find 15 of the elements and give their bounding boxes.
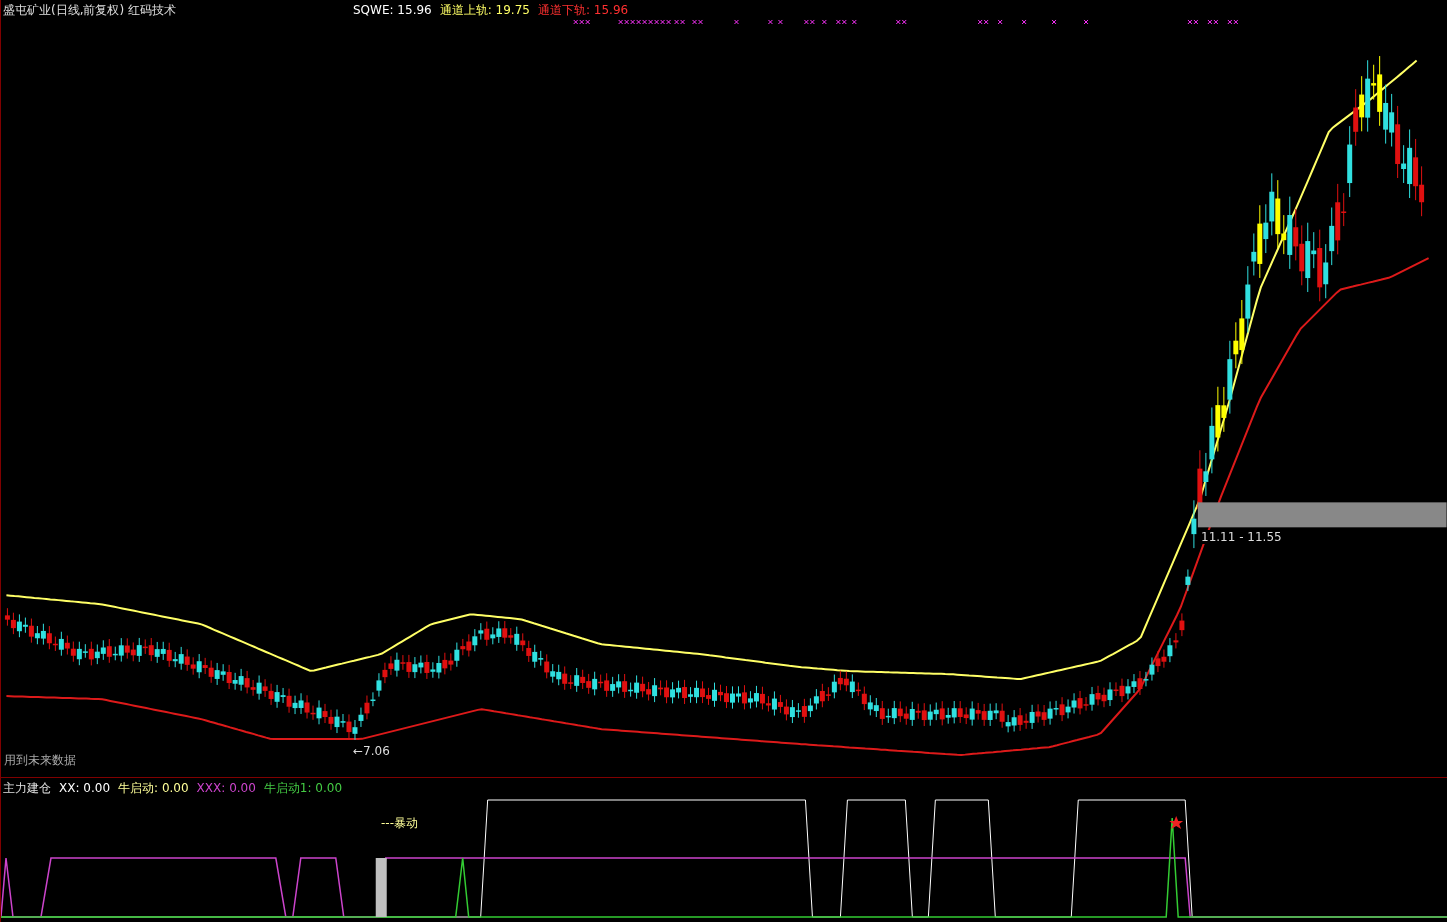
indicator-value: 牛启动: 0.00 bbox=[118, 781, 189, 796]
low-price-label: ←7.06 bbox=[353, 744, 390, 758]
indicator-value: XXX: 0.00 bbox=[196, 781, 256, 796]
indicator-value: SQWE: 15.96 bbox=[353, 3, 432, 18]
chart-title: 盛屯矿业(日线,前复权) 红码技术 bbox=[3, 3, 177, 18]
indicator-value: 通道下轨: 15.96 bbox=[537, 3, 629, 18]
signal-bar bbox=[375, 858, 387, 917]
panel-title: 主力建仓 bbox=[3, 781, 51, 796]
indicator-value: XX: 0.00 bbox=[59, 781, 111, 796]
price-range-label: 11.11 - 11.55 bbox=[1201, 530, 1282, 544]
indicator-value: 通道上轨: 19.75 bbox=[439, 3, 530, 18]
signal-label: ---暴动 bbox=[381, 816, 418, 830]
indicator-value: 牛启动1: 0.00 bbox=[263, 781, 343, 796]
warning-text: 用到未来数据 bbox=[4, 753, 76, 767]
star-icon bbox=[1169, 816, 1184, 829]
